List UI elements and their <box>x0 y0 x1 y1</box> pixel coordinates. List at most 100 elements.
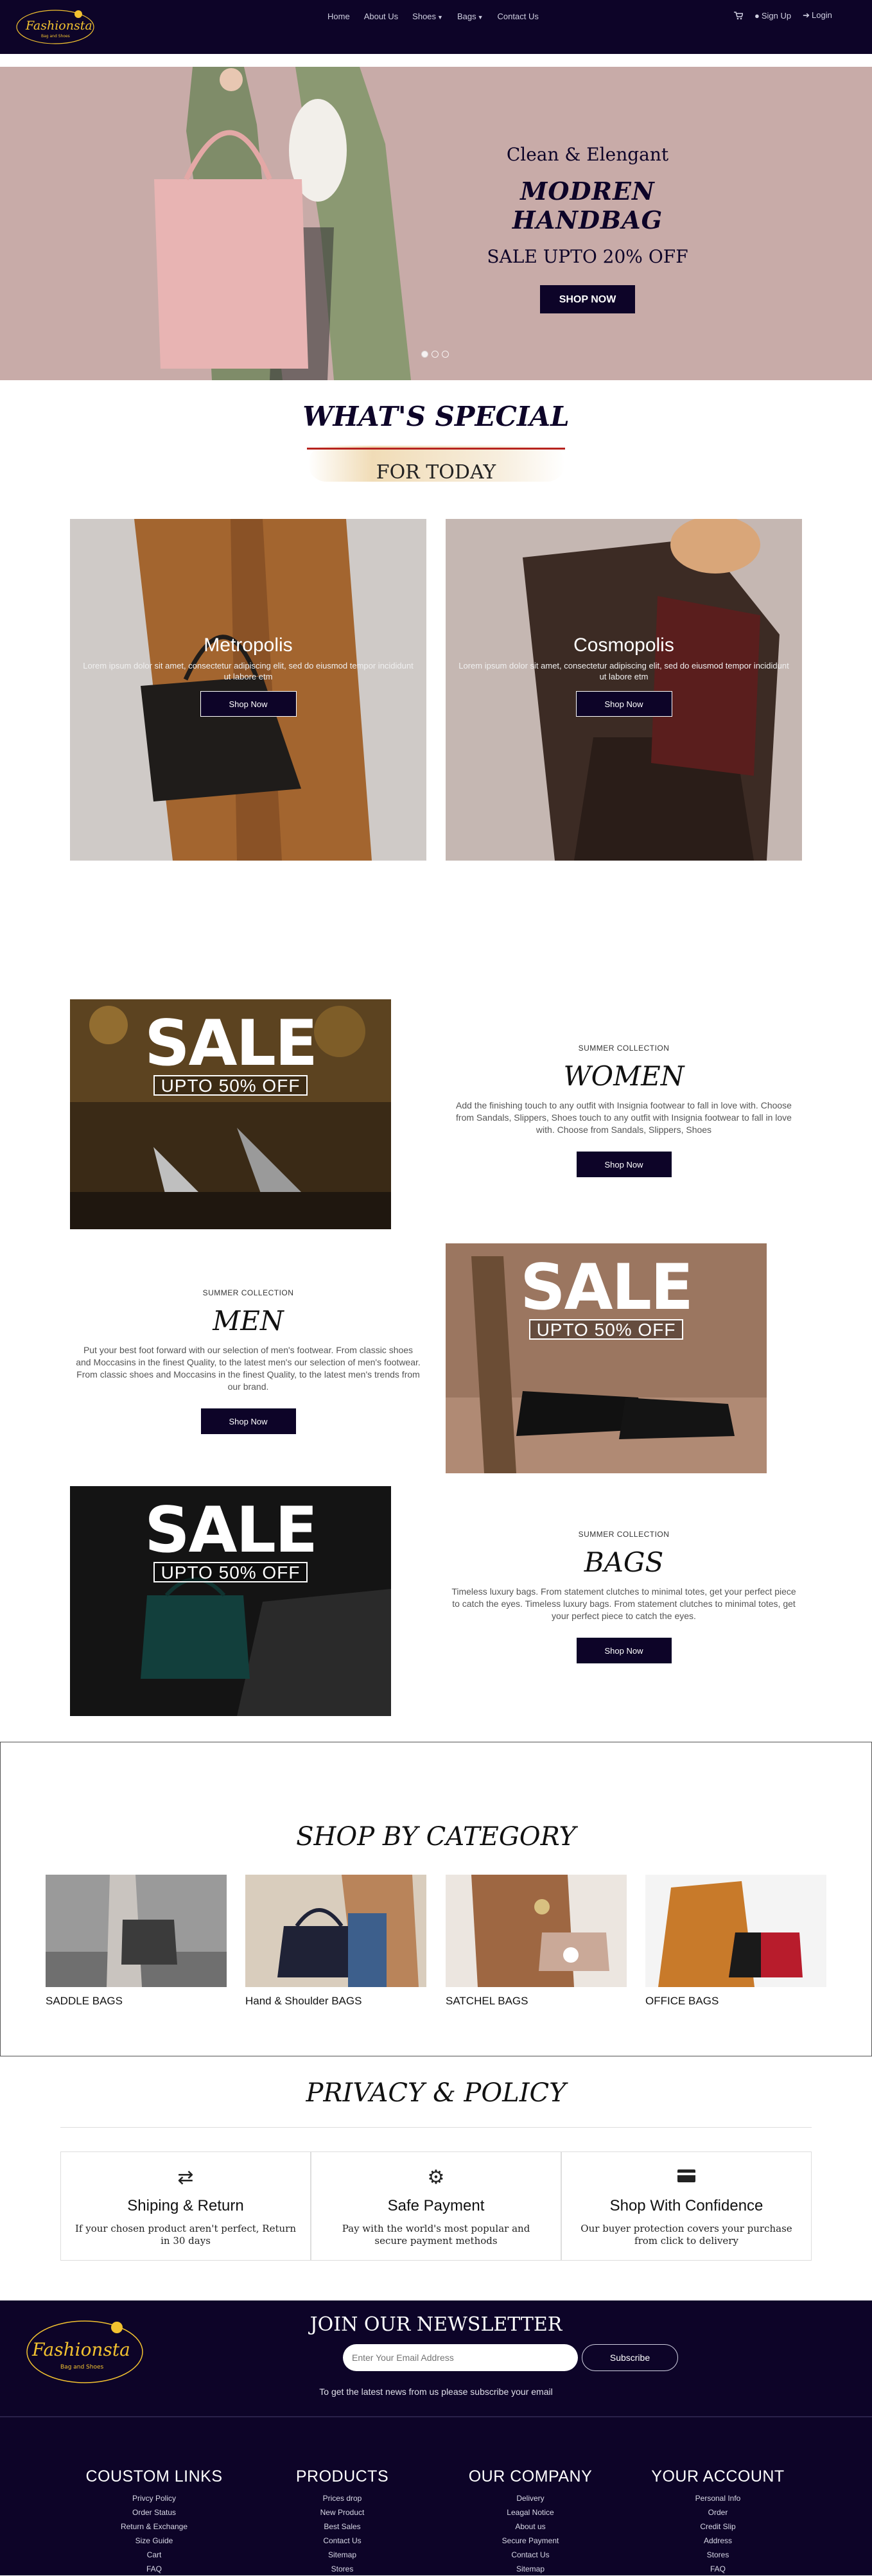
footer-link[interactable]: Return & Exchange <box>64 2519 244 2534</box>
sale-word: SALE <box>144 1007 318 1080</box>
special-divider <box>307 448 565 450</box>
footer-link[interactable]: Cart <box>64 2548 244 2562</box>
newsletter-email-input[interactable] <box>343 2344 578 2371</box>
footer-column-title: PRODUCTS <box>295 2467 389 2485</box>
men-text: Put your best foot forward with our sele… <box>76 1345 421 1392</box>
newsletter-note: To get the latest news from us please su… <box>319 2387 553 2397</box>
footer-link[interactable]: Prices drop <box>252 2491 432 2505</box>
collection-card-metropolis[interactable]: Metropolis Lorem ipsum dolor sit amet, c… <box>70 519 426 861</box>
footer-link[interactable]: Contact Us <box>440 2548 620 2562</box>
hero-slider: Clean & Elengant MODREN HANDBAG SALE UPT… <box>0 67 872 380</box>
bags-title: BAGS <box>584 1546 664 1578</box>
nav-bags[interactable]: Bags ▼ <box>457 12 484 21</box>
footer-link[interactable]: Sitemap <box>440 2562 620 2576</box>
sign-up-label: Sign Up <box>761 10 792 21</box>
category-office-bags[interactable]: OFFICE BAGS <box>645 1875 826 2008</box>
cart-icon[interactable] <box>734 11 743 20</box>
bags-sale-banner[interactable]: SALE UPTO 50% OFF <box>70 1486 391 1716</box>
category-title: SHOP BY CATEGORY <box>296 1822 576 1852</box>
collection-text: Lorem ipsum dolor sit amet, consectetur … <box>83 661 414 681</box>
sign-up-link[interactable]: ● Sign Up <box>754 11 791 21</box>
men-title: MEN <box>213 1305 284 1336</box>
footer-link[interactable]: Credit Slip <box>628 2519 808 2534</box>
category-label: SATCHEL BAGS <box>446 1995 528 2007</box>
hero-kicker: Clean & Elengant <box>506 144 669 165</box>
footer-link[interactable]: New Product <box>252 2505 432 2519</box>
men-sale-banner[interactable]: SALE UPTO 50% OFF <box>446 1243 767 1473</box>
footer-link[interactable]: Size Guide <box>64 2534 244 2548</box>
footer-column-title: COUSTOM LINKS <box>85 2467 223 2485</box>
collection-card-cosmopolis[interactable]: Cosmopolis Lorem ipsum dolor sit amet, c… <box>446 519 802 861</box>
exchange-icon: ⇄ <box>177 2167 194 2188</box>
newsletter-title: JOIN OUR NEWSLETTER <box>310 2313 562 2336</box>
nav-bags-label: Bags <box>457 12 476 21</box>
site-header: Fashionsta Bag and Shoes Home About Us S… <box>0 0 872 54</box>
category-satchel-bags[interactable]: SATCHEL BAGS <box>446 1875 627 2008</box>
footer-link[interactable]: Stores <box>252 2562 432 2576</box>
collection-tag: SUMMER COLLECTION <box>202 1288 294 1297</box>
men-shop-now-button[interactable]: Shop Now <box>200 1408 296 1434</box>
sale-word: SALE <box>144 1494 318 1567</box>
footer-link[interactable]: FAQ <box>628 2562 808 2576</box>
metropolis-shop-now-button[interactable]: Shop Now <box>200 691 297 717</box>
category-section: SHOP BY CATEGORY SADDLE BAGS Hand & Shou… <box>0 1742 872 2056</box>
sale-badge: UPTO 50% OFF <box>153 1075 308 1096</box>
feature-safe-payment: ⚙ Safe Payment Pay with the world's most… <box>311 2151 561 2261</box>
cosmopolis-shop-now-button[interactable]: Shop Now <box>575 691 672 717</box>
caret-down-icon: ▼ <box>437 14 443 21</box>
nav-home[interactable]: Home <box>327 12 350 21</box>
main-nav: Home About Us Shoes ▼ Bags ▼ Contact Us <box>327 12 539 21</box>
category-label: Hand & Shoulder BAGS <box>245 1995 362 2007</box>
category-image <box>245 1875 426 1987</box>
category-image <box>645 1875 826 1987</box>
slider-dot-2[interactable] <box>432 351 439 358</box>
special-title: WHAT'S SPECIAL <box>302 401 570 432</box>
footer-link[interactable]: Contact Us <box>252 2534 432 2548</box>
bags-shop-now-button[interactable]: Shop Now <box>576 1638 672 1663</box>
footer-link[interactable]: Best Sales <box>252 2519 432 2534</box>
footer-link[interactable]: FAQ <box>64 2562 244 2576</box>
footer-link[interactable]: Secure Payment <box>440 2534 620 2548</box>
hero-model-image <box>0 67 872 380</box>
nav-about-us[interactable]: About Us <box>364 12 398 21</box>
nav-shoes[interactable]: Shoes ▼ <box>412 12 443 21</box>
footer-link[interactable]: Stores <box>628 2548 808 2562</box>
svg-text:Bag and Shoes: Bag and Shoes <box>60 2364 104 2370</box>
footer-link[interactable]: Personal Info <box>628 2491 808 2505</box>
women-shop-now-button[interactable]: Shop Now <box>576 1152 672 1177</box>
feature-shipping-return: ⇄ Shiping & Return If your chosen produc… <box>60 2151 311 2261</box>
women-sale-copy: SUMMER COLLECTION WOMEN Add the finishin… <box>446 1044 802 1177</box>
footer-link[interactable]: Order <box>628 2505 808 2519</box>
women-sale-banner[interactable]: SALE UPTO 50% OFF <box>70 999 391 1229</box>
collection-caption: Cosmopolis Lorem ipsum dolor sit amet, c… <box>446 635 802 717</box>
login-label: Login <box>812 10 832 20</box>
nav-contact-us[interactable]: Contact Us <box>498 12 539 21</box>
footer-link[interactable]: Privcy Policy <box>64 2491 244 2505</box>
svg-text:Fashionsta: Fashionsta <box>25 19 92 33</box>
footer-link[interactable]: Address <box>628 2534 808 2548</box>
category-saddle-bags[interactable]: SADDLE BAGS <box>46 1875 227 2008</box>
login-link[interactable]: ➔ Login <box>803 10 832 21</box>
slider-dot-3[interactable] <box>442 351 449 358</box>
footer-column-custom-links: COUSTOM LINKS Privcy Policy Order Status… <box>64 2467 244 2576</box>
footer-column-title: YOUR ACCOUNT <box>651 2467 785 2485</box>
hero-shop-now-button[interactable]: SHOP NOW <box>540 285 635 313</box>
women-text: Add the finishing touch to any outfit wi… <box>456 1100 792 1135</box>
slider-dot-1[interactable] <box>421 351 428 358</box>
category-hand-shoulder-bags[interactable]: Hand & Shoulder BAGS <box>245 1875 426 2008</box>
footer-link[interactable]: Delivery <box>440 2491 620 2505</box>
gear-icon: ⚙ <box>427 2167 445 2188</box>
sale-badge: UPTO 50% OFF <box>153 1562 308 1582</box>
footer-link[interactable]: About us <box>440 2519 620 2534</box>
feature-text: Our buyer protection covers your purchas… <box>580 2223 792 2247</box>
footer-link[interactable]: Sitemap <box>252 2548 432 2562</box>
footer-link[interactable]: Leagal Notice <box>440 2505 620 2519</box>
footer-link[interactable]: Order Status <box>64 2505 244 2519</box>
feature-text: If your chosen product aren't perfect, R… <box>74 2223 296 2247</box>
sale-badge: UPTO 50% OFF <box>529 1319 683 1340</box>
brand-logo[interactable]: Fashionsta Bag and Shoes <box>13 5 100 48</box>
men-sale-copy: SUMMER COLLECTION MEN Put your best foot… <box>70 1288 426 1434</box>
slider-dots <box>421 351 449 358</box>
svg-text:Fashionsta: Fashionsta <box>31 2339 130 2360</box>
subscribe-button[interactable]: Subscribe <box>582 2344 678 2371</box>
